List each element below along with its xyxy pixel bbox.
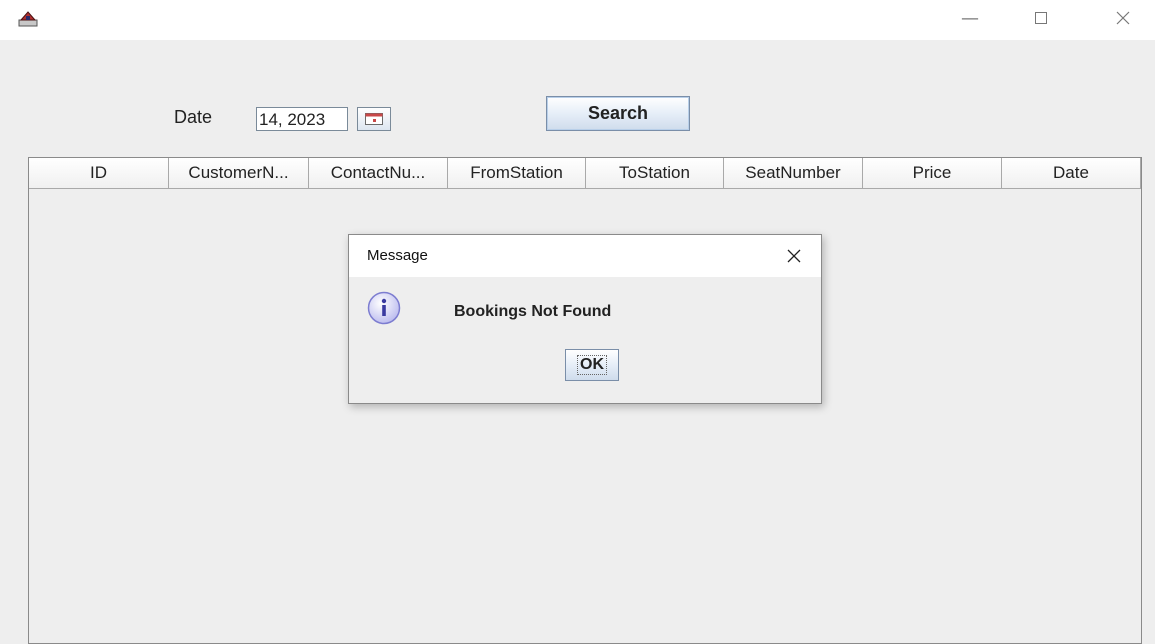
date-field[interactable]: 14, 2023: [256, 107, 348, 131]
date-label: Date: [174, 107, 213, 127]
message-dialog: Message Bookings Not Found OK: [348, 234, 822, 404]
maximize-icon[interactable]: [1018, 0, 1064, 36]
dialog-title: Message: [367, 247, 428, 264]
dialog-message: Bookings Not Found: [454, 303, 612, 320]
search-button[interactable]: Search: [546, 96, 690, 131]
column-header-price[interactable]: Price: [863, 158, 1002, 189]
column-header-seat-number[interactable]: SeatNumber: [724, 158, 863, 189]
minimize-icon[interactable]: —: [947, 0, 993, 36]
close-icon[interactable]: [781, 243, 807, 269]
column-header-id[interactable]: ID: [29, 158, 169, 189]
java-app-icon: [18, 8, 38, 28]
window-titlebar: —: [0, 0, 1155, 40]
ok-button-label: OK: [577, 355, 607, 375]
ok-button[interactable]: OK: [565, 349, 619, 381]
close-icon[interactable]: [1100, 0, 1146, 36]
column-header-customer-name[interactable]: CustomerN...: [169, 158, 309, 189]
table-header: ID CustomerN... ContactNu... FromStation…: [29, 158, 1141, 189]
column-header-to-station[interactable]: ToStation: [586, 158, 724, 189]
calendar-icon: [365, 113, 383, 125]
calendar-button[interactable]: [357, 107, 391, 131]
column-header-date[interactable]: Date: [1002, 158, 1141, 189]
column-header-contact-number[interactable]: ContactNu...: [309, 158, 448, 189]
column-header-from-station[interactable]: FromStation: [448, 158, 586, 189]
dialog-titlebar: Message: [349, 235, 821, 277]
info-icon: [367, 291, 401, 325]
